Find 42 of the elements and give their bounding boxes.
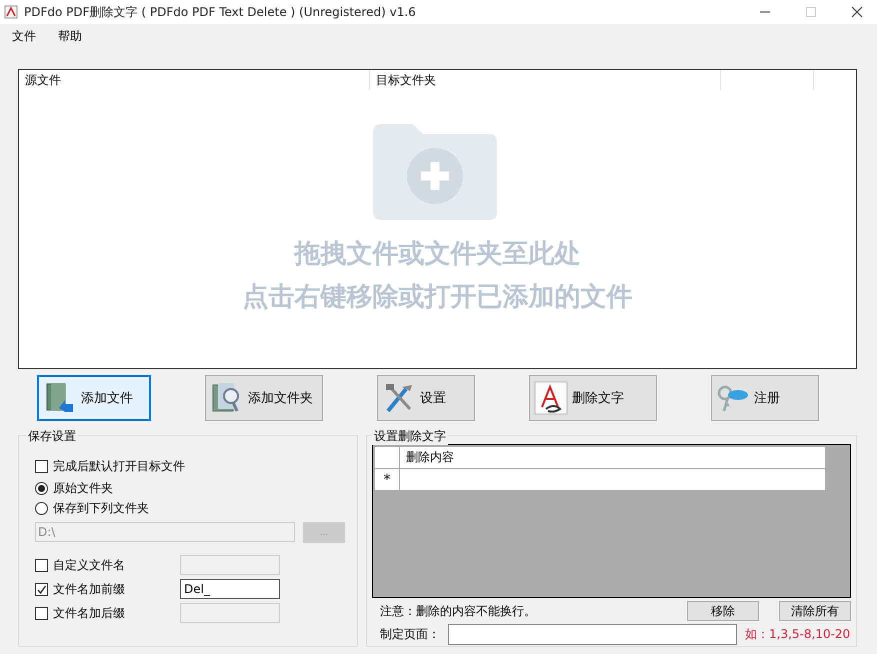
note-text: 注意：删除的内容不能换行。 [379,602,537,620]
field-label: 制定页面： [379,626,441,643]
checkbox-label: 文件名加后缀 [53,604,125,622]
table-cell[interactable] [400,469,825,491]
checkbox-label: 完成后默认打开目标文件 [53,458,185,474]
checkbox[interactable] [35,558,48,572]
checkbox[interactable] [35,582,48,596]
checkbox-label: 自定义文件名 [53,556,125,574]
maximize-icon [805,6,817,18]
menu-item[interactable]: 文件 [12,28,36,44]
close-icon[interactable] [851,6,863,18]
radio-button[interactable] [35,502,48,514]
column-header[interactable]: 目标文件夹 [370,70,721,90]
checkbox[interactable] [35,460,48,472]
drop-hint: 拖拽文件或文件夹至此处 [294,238,580,271]
row-marker: * [375,469,400,491]
radio-label: 原始文件夹 [53,480,113,496]
checkbox[interactable] [35,606,48,620]
toolbar-button[interactable]: 添加文件 [37,375,151,421]
action-button[interactable]: 清除所有 [779,601,851,621]
drop-hint: 点击右键移除或打开已添加的文件 [242,281,632,314]
column-header[interactable]: 源文件 [19,70,370,90]
toolbar-button[interactable]: 注册 [711,375,819,421]
toolbar-button[interactable]: 添加文件夹 [205,375,323,421]
checkmark-icon [36,584,47,594]
name-field[interactable]: Del_ [180,579,280,599]
hint-text: 如：1,3,5-8,10-20 [745,626,850,643]
window-title: PDFdo PDF删除文字 ( PDFdo PDF Text Delete ) (Unregistered) v1.6 [24,4,416,20]
checkbox-label: 文件名加前缀 [53,580,125,598]
pages-field[interactable] [448,624,737,645]
panel-title: 设置删除文字 [372,428,448,445]
panel-title: 保存设置 [26,428,78,445]
radio-label: 保存到下列文件夹 [53,500,149,516]
row-header [375,447,400,469]
toolbar-button[interactable]: 设置 [377,375,475,421]
column-header[interactable]: 删除内容 [400,447,825,469]
action-button[interactable]: 移除 [687,601,760,621]
radio-button[interactable] [35,482,48,494]
menu-item[interactable]: 帮助 [58,28,82,44]
app-icon [4,5,18,19]
pdf-icon [534,381,568,415]
toolbar-button[interactable]: 删除文字 [529,375,657,421]
